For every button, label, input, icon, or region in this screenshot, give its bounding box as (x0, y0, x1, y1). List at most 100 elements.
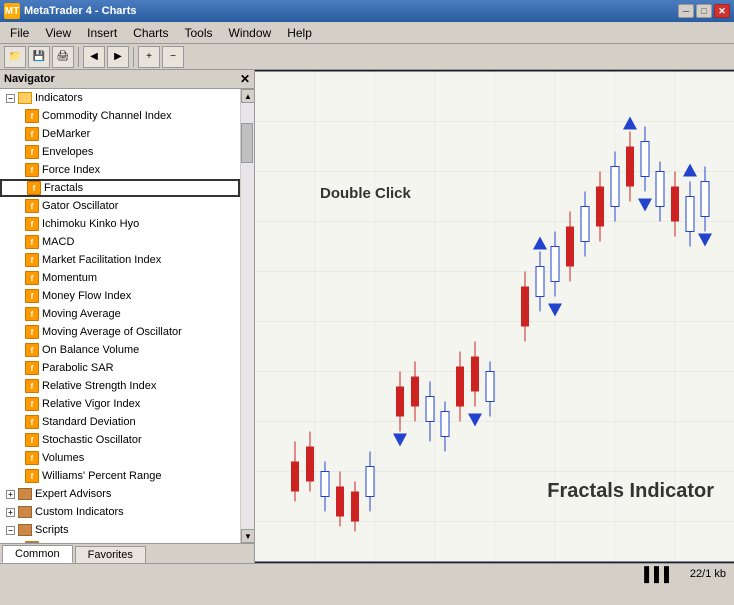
scripts-label: Scripts (35, 524, 69, 536)
momentum-label: Momentum (42, 272, 97, 284)
indicator-icon-ma: f (24, 306, 40, 322)
toolbar-btn-2[interactable]: 💾 (28, 46, 50, 68)
demarker-label: DeMarker (42, 128, 90, 140)
file-info: 22/1 kb (690, 568, 726, 580)
toolbar-btn-7[interactable]: − (162, 46, 184, 68)
chart-area[interactable]: Double Click Fractals Indicator (255, 70, 734, 563)
indicator-icon-rsi: f (24, 378, 40, 394)
envelopes-label: Envelopes (42, 146, 93, 158)
tree-item-gator[interactable]: f Gator Oscillator (0, 197, 240, 215)
app-icon: MT (4, 3, 20, 19)
indicator-icon-wpr: f (24, 468, 40, 484)
navigator-scrollbar[interactable]: ▲ ▼ (240, 89, 254, 543)
tree-item-macd[interactable]: f MACD (0, 233, 240, 251)
tree-item-cci[interactable]: f Commodity Channel Index (0, 107, 240, 125)
indicator-icon-rvi: f (24, 396, 40, 412)
menu-file[interactable]: File (2, 24, 37, 42)
indicator-icon-gator: f (24, 198, 40, 214)
toolbar-btn-6[interactable]: + (138, 46, 160, 68)
tree-item-wpr[interactable]: f Williams' Percent Range (0, 467, 240, 485)
indicator-icon-force: f (24, 162, 40, 178)
title-bar-controls[interactable]: ─ □ ✕ (678, 4, 730, 18)
expand-indicators[interactable]: − (6, 94, 15, 103)
tree-item-rvi[interactable]: f Relative Vigor Index (0, 395, 240, 413)
mfi-label: Market Facilitation Index (42, 254, 161, 266)
gator-label: Gator Oscillator (42, 200, 118, 212)
expand-custom[interactable]: + (6, 508, 15, 517)
tree-item-volumes[interactable]: f Volumes (0, 449, 240, 467)
scrollbar-thumb[interactable] (241, 123, 253, 163)
title-bar-text: MetaTrader 4 - Charts (24, 5, 136, 17)
menu-window[interactable]: Window (221, 24, 280, 42)
toolbar-btn-4[interactable]: ◀ (83, 46, 105, 68)
indicator-icon-macd: f (24, 234, 40, 250)
minimize-button[interactable]: ─ (678, 4, 694, 18)
tree-item-stddev[interactable]: f Standard Deviation (0, 413, 240, 431)
tree-item-ma[interactable]: f Moving Average (0, 305, 240, 323)
fractals-nav-label: Fractals (44, 182, 83, 194)
indicator-icon-stochastic: f (24, 432, 40, 448)
custom-folder-icon (17, 504, 33, 520)
toolbar-btn-5[interactable]: ▶ (107, 46, 129, 68)
scroll-up-btn[interactable]: ▲ (241, 89, 254, 103)
money-flow-label: Money Flow Index (42, 290, 131, 302)
tree-item-indicators-root[interactable]: − Indicators (0, 89, 240, 107)
maximize-button[interactable]: □ (696, 4, 712, 18)
indicator-icon-fractals: f (26, 180, 42, 196)
indicator-icon-obv: f (24, 342, 40, 358)
tree-item-mfi[interactable]: f Market Facilitation Index (0, 251, 240, 269)
indicator-icon-mfi: f (24, 252, 40, 268)
tree-item-custom[interactable]: + Custom Indicators (0, 503, 240, 521)
navigator-content: − Indicators f Commodity Channel Index (0, 89, 240, 543)
indicator-icon-cci: f (24, 108, 40, 124)
navigator-title: Navigator (4, 73, 55, 85)
tree-item-ichimoku[interactable]: f Ichimoku Kinko Hyo (0, 215, 240, 233)
custom-label: Custom Indicators (35, 506, 124, 518)
navigator-header: Navigator ✕ (0, 70, 254, 89)
toolbar-btn-1[interactable]: 📁 (4, 46, 26, 68)
indicator-icon-momentum: f (24, 270, 40, 286)
fractals-indicator-label: Fractals Indicator (547, 480, 714, 503)
menu-insert[interactable]: Insert (79, 24, 125, 42)
tree-item-fractals[interactable]: f Fractals (0, 179, 240, 197)
tree-item-money-flow[interactable]: f Money Flow Index (0, 287, 240, 305)
tab-favorites[interactable]: Favorites (75, 546, 146, 563)
tree-item-obv[interactable]: f On Balance Volume (0, 341, 240, 359)
obv-label: On Balance Volume (42, 344, 139, 356)
close-button[interactable]: ✕ (714, 4, 730, 18)
indicator-icon-ichimoku: f (24, 216, 40, 232)
indicator-icon-mao: f (24, 324, 40, 340)
tree-item-envelopes[interactable]: f Envelopes (0, 143, 240, 161)
tree-item-momentum[interactable]: f Momentum (0, 269, 240, 287)
indicator-icon-demarker: f (24, 126, 40, 142)
tab-common[interactable]: Common (2, 545, 73, 563)
menu-view[interactable]: View (37, 24, 79, 42)
tree-item-mao[interactable]: f Moving Average of Oscillator (0, 323, 240, 341)
scroll-down-btn[interactable]: ▼ (241, 529, 254, 543)
ea-folder-icon (17, 486, 33, 502)
menu-tools[interactable]: Tools (177, 24, 221, 42)
tree-item-ea[interactable]: + Expert Advisors (0, 485, 240, 503)
force-index-label: Force Index (42, 164, 100, 176)
expand-scripts[interactable]: − (6, 526, 15, 535)
expand-ea[interactable]: + (6, 490, 15, 499)
parabolic-label: Parabolic SAR (42, 362, 114, 374)
menu-charts[interactable]: Charts (125, 24, 176, 42)
stochastic-label: Stochastic Oscillator (42, 434, 142, 446)
tree-item-stochastic[interactable]: f Stochastic Oscillator (0, 431, 240, 449)
wpr-label: Williams' Percent Range (42, 470, 161, 482)
stddev-label: Standard Deviation (42, 416, 136, 428)
tree-item-force-index[interactable]: f Force Index (0, 161, 240, 179)
tree-item-scripts[interactable]: − Scripts (0, 521, 240, 539)
rvi-label: Relative Vigor Index (42, 398, 140, 410)
ea-label: Expert Advisors (35, 488, 111, 500)
toolbar-btn-3[interactable]: 🖨 (52, 46, 74, 68)
tree-item-parabolic[interactable]: f Parabolic SAR (0, 359, 240, 377)
menu-help[interactable]: Help (279, 24, 320, 42)
tree-item-demarker[interactable]: f DeMarker (0, 125, 240, 143)
tree-item-rsi[interactable]: f Relative Strength Index (0, 377, 240, 395)
navigator-close-btn[interactable]: ✕ (240, 72, 250, 86)
indicator-icon-envelopes: f (24, 144, 40, 160)
scripts-folder-icon (17, 522, 33, 538)
scrollbar-track[interactable] (241, 103, 254, 529)
